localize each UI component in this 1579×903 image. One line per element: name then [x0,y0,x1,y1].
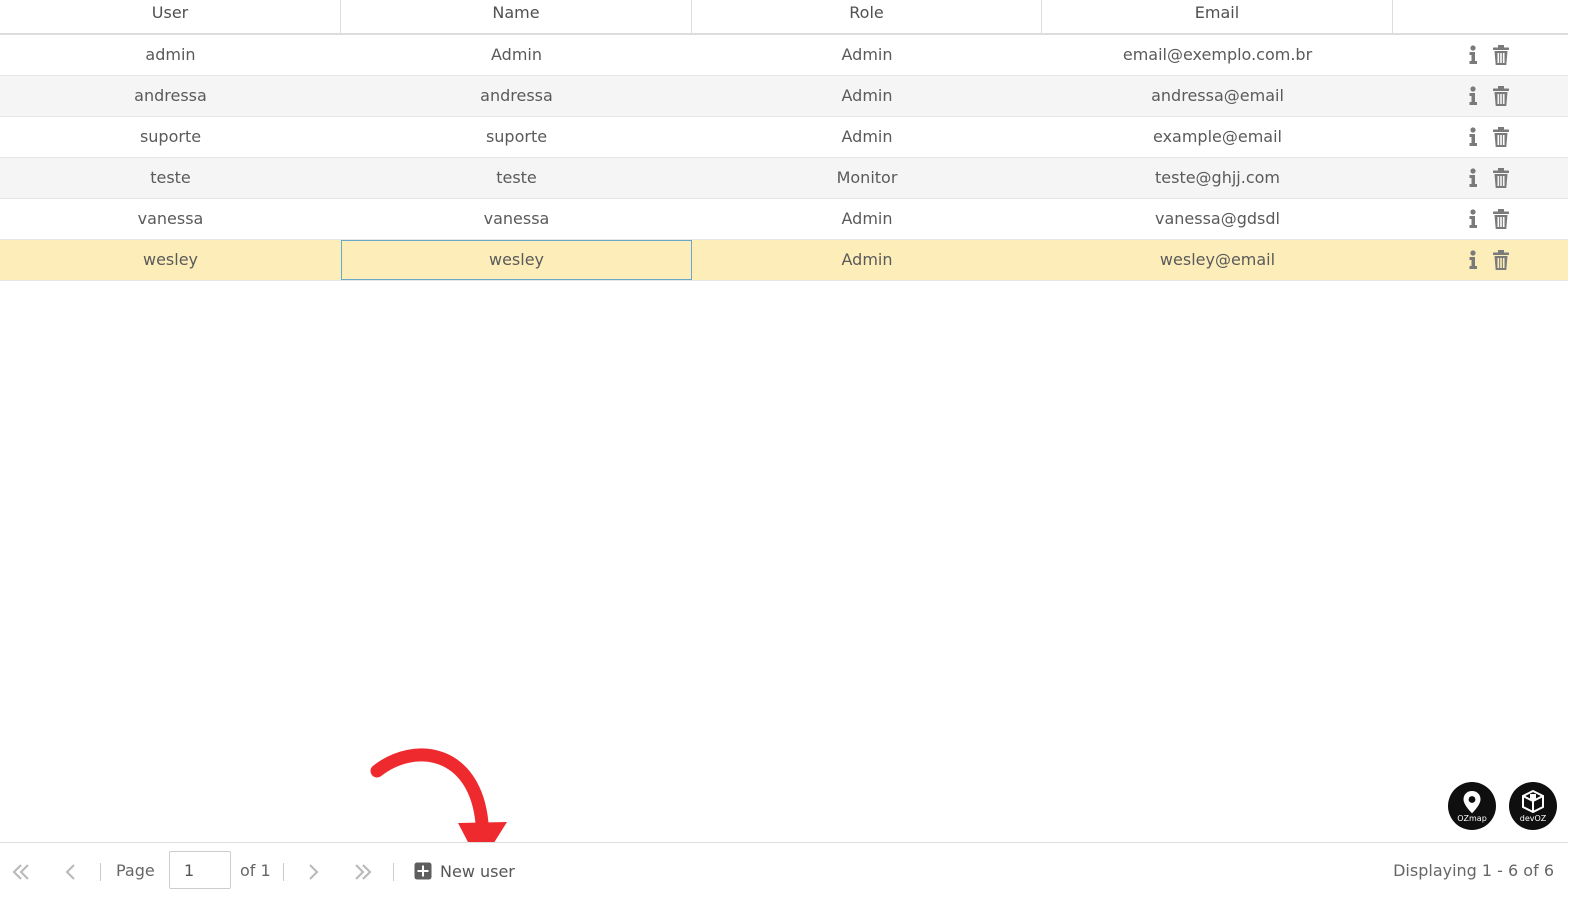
table-row[interactable]: vanessa vanessa Admin vanessa@gdsdl [0,199,1568,240]
cell-email[interactable]: vanessa@gdsdl [1042,199,1393,239]
cell-user[interactable]: teste [0,158,341,198]
cell-role[interactable]: Admin [692,35,1042,75]
trash-icon[interactable] [1491,85,1511,107]
cell-name[interactable]: Admin [341,35,692,75]
cell-name[interactable]: vanessa [341,199,692,239]
trash-icon[interactable] [1491,44,1511,66]
trash-icon[interactable] [1491,167,1511,189]
cell-role[interactable]: Admin [692,117,1042,157]
cell-role[interactable]: Admin [692,199,1042,239]
table-row[interactable]: teste teste Monitor teste@ghjj.com [0,158,1568,199]
info-icon[interactable] [1463,249,1483,271]
trash-icon[interactable] [1491,249,1511,271]
column-header-actions [1393,0,1568,33]
divider [283,863,284,881]
cell-name[interactable]: suporte [341,117,692,157]
cell-name-focused[interactable]: wesley [341,240,692,280]
new-user-button[interactable]: New user [414,851,515,891]
cell-email[interactable]: email@exemplo.com.br [1042,35,1393,75]
cell-user[interactable]: andressa [0,76,341,116]
row-actions [1393,199,1568,239]
first-page-icon[interactable] [10,861,32,883]
cell-user[interactable]: wesley [0,240,341,280]
cell-name[interactable]: andressa [341,76,692,116]
cell-user[interactable]: vanessa [0,199,341,239]
grid-header: User Name Role Email [0,0,1568,35]
info-icon[interactable] [1463,85,1483,107]
page-number-input[interactable] [169,851,231,889]
column-header-email[interactable]: Email [1042,0,1393,33]
column-header-user[interactable]: User [0,0,341,33]
cell-email[interactable]: teste@ghjj.com [1042,158,1393,198]
ozmap-label: OZmap [1457,814,1487,823]
cell-role[interactable]: Admin [692,76,1042,116]
info-icon[interactable] [1463,44,1483,66]
cell-user[interactable]: suporte [0,117,341,157]
new-user-label: New user [440,861,515,881]
table-row[interactable]: admin Admin Admin email@exemplo.com.br [0,35,1568,76]
display-count: Displaying 1 - 6 of 6 [1393,861,1554,880]
cell-user[interactable]: admin [0,35,341,75]
row-actions [1393,35,1568,75]
pagination-toolbar: Page of 1 New user Displaying 1 - 6 of 6 [0,842,1568,903]
row-actions [1393,158,1568,198]
plus-square-icon [414,862,432,880]
info-icon[interactable] [1463,126,1483,148]
users-grid: User Name Role Email admin Admin Admin e… [0,0,1568,281]
ozmap-badge[interactable]: OZmap [1448,782,1496,830]
next-page-icon[interactable] [302,861,324,883]
page-count-label: of 1 [240,861,271,880]
row-actions [1393,76,1568,116]
prev-page-icon[interactable] [60,861,82,883]
last-page-icon[interactable] [352,861,374,883]
table-row[interactable]: suporte suporte Admin example@email [0,117,1568,158]
info-icon[interactable] [1463,167,1483,189]
table-row[interactable]: andressa andressa Admin andressa@email [0,76,1568,117]
column-header-role[interactable]: Role [692,0,1042,33]
devoz-label: devOZ [1519,814,1547,823]
trash-icon[interactable] [1491,208,1511,230]
cell-email[interactable]: wesley@email [1042,240,1393,280]
cell-role[interactable]: Monitor [692,158,1042,198]
trash-icon[interactable] [1491,126,1511,148]
divider [393,863,394,881]
cell-role[interactable]: Admin [692,240,1042,280]
cell-email[interactable]: andressa@email [1042,76,1393,116]
devoz-badge[interactable]: devOZ [1509,782,1557,830]
info-icon[interactable] [1463,208,1483,230]
row-actions [1393,240,1568,280]
cell-email[interactable]: example@email [1042,117,1393,157]
page-label: Page [116,861,155,880]
divider [100,863,101,881]
row-actions [1393,117,1568,157]
column-header-name[interactable]: Name [341,0,692,33]
cell-name[interactable]: teste [341,158,692,198]
table-row-selected[interactable]: wesley wesley Admin wesley@email [0,240,1568,281]
